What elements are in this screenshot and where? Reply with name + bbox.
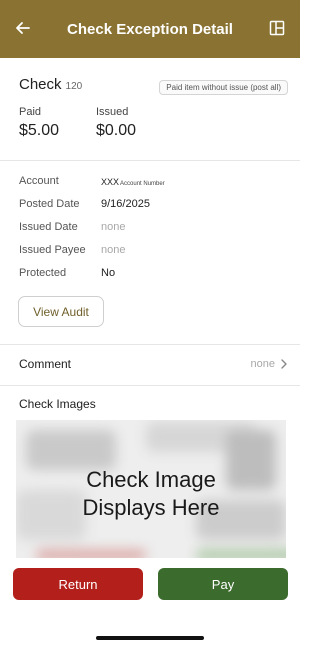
check-image-caption: Check Image Displays Here	[16, 466, 286, 522]
section-divider	[0, 160, 300, 161]
check-number: 120	[65, 81, 83, 92]
check-label: Check	[19, 76, 62, 93]
protected-value: No	[101, 267, 116, 279]
detail-row-issued-payee: Issued Payee none	[19, 244, 288, 260]
issued-payee-value: none	[101, 244, 126, 256]
pay-button[interactable]: Pay	[158, 568, 288, 600]
check-title: Check 120	[19, 76, 82, 93]
account-label: Account	[19, 175, 59, 187]
chevron-right-icon	[281, 359, 287, 369]
paid-label: Paid	[19, 106, 42, 118]
caption-line-1: Check Image	[86, 467, 216, 492]
account-number-caption: Account Number	[120, 181, 165, 187]
return-button[interactable]: Return	[13, 568, 143, 600]
issued-label: Issued	[96, 106, 129, 118]
detail-row-account: Account XXXAccount Number	[19, 175, 288, 191]
action-footer: Return Pay	[0, 558, 300, 649]
detail-row-issued-date: Issued Date none	[19, 221, 288, 237]
caption-line-2: Displays Here	[82, 495, 220, 520]
status-badge: Paid item without issue (post all)	[159, 80, 288, 95]
comment-row[interactable]: Comment none	[0, 346, 300, 384]
posted-date-label: Posted Date	[19, 198, 80, 210]
app-header: Check Exception Detail	[0, 0, 300, 58]
layout-panel-icon	[269, 20, 285, 36]
issued-amount: $0.00	[96, 122, 137, 139]
paid-amount: $5.00	[19, 122, 60, 139]
page-title: Check Exception Detail	[67, 20, 233, 38]
check-image[interactable]: Check Image Displays Here	[16, 420, 286, 558]
back-button[interactable]	[10, 15, 36, 41]
layout-toggle-button[interactable]	[264, 15, 290, 41]
check-summary: Check 120 Paid item without issue (post a…	[0, 58, 300, 160]
issued-date-value: none	[101, 221, 126, 233]
comment-value: none	[250, 358, 275, 370]
posted-date-value: 9/16/2025	[101, 198, 150, 210]
section-divider	[0, 385, 300, 386]
detail-row-protected: Protected No	[19, 267, 288, 283]
account-value: XXXAccount Number	[101, 177, 165, 187]
view-audit-button[interactable]: View Audit	[18, 296, 104, 327]
protected-label: Protected	[19, 267, 67, 279]
comment-label: Comment	[19, 357, 72, 371]
issued-payee-label: Issued Payee	[19, 244, 86, 256]
detail-row-posted-date: Posted Date 9/16/2025	[19, 198, 288, 214]
home-indicator	[96, 636, 204, 640]
arrow-left-icon	[16, 22, 30, 34]
check-images-label: Check Images	[19, 397, 96, 411]
section-divider	[0, 344, 300, 345]
issued-date-label: Issued Date	[19, 221, 78, 233]
account-number-masked: XXX	[101, 177, 120, 187]
